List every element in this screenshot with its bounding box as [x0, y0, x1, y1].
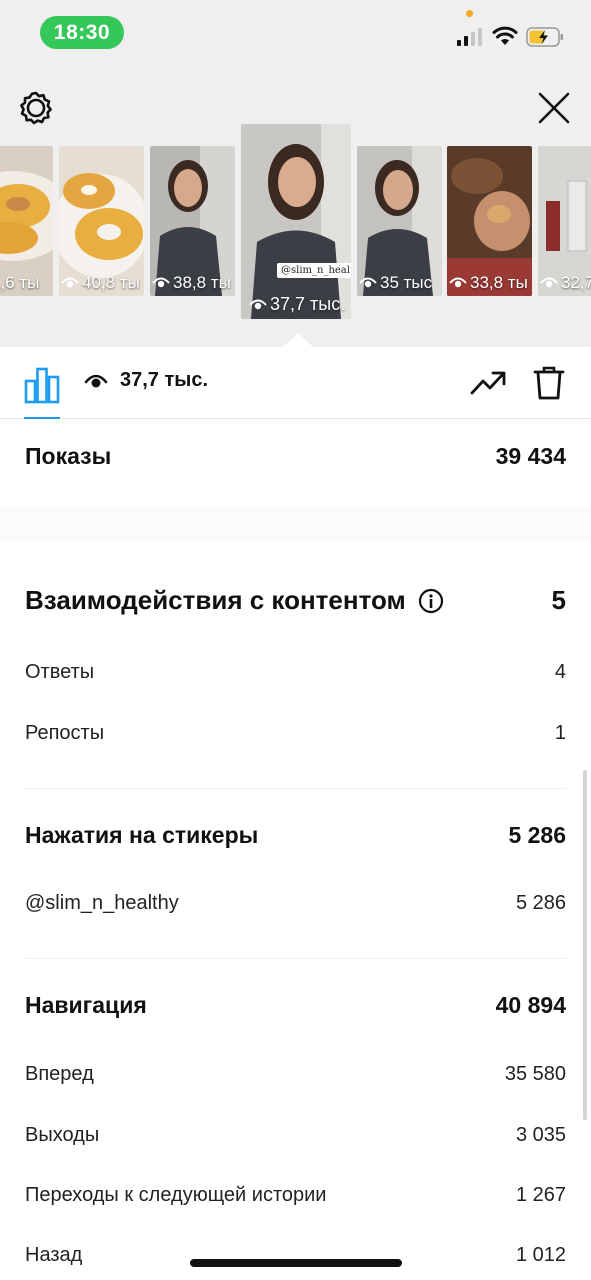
back-label: Назад	[25, 1244, 83, 1266]
story-thumbnail[interactable]: 33,8 ты	[447, 146, 532, 296]
sticker-taps-label: Нажатия на стикеры	[25, 822, 259, 848]
settings-icon	[20, 91, 52, 125]
stat-row: Репосты 1	[25, 722, 566, 745]
navigation-label: Навигация	[25, 992, 147, 1018]
stat-row: Вперед 35 580	[25, 1063, 566, 1086]
close-icon	[538, 92, 570, 124]
replies-value: 4	[554, 661, 566, 683]
interactions-label: Взаимодействия с контентом	[25, 585, 406, 615]
battery-charging-icon	[526, 27, 563, 47]
insights-toolbar: 37,7 тыс.	[0, 347, 591, 419]
sticker-taps-value: 5 286	[508, 822, 566, 848]
promote-button[interactable]	[470, 367, 506, 397]
insights-tab[interactable]	[22, 365, 62, 405]
eye-icon	[61, 277, 79, 288]
wifi-icon	[492, 26, 518, 45]
replies-label: Ответы	[25, 661, 95, 683]
eye-icon	[84, 374, 108, 387]
story-sticker-mention: @slim_n_healthy	[277, 263, 351, 278]
story-thumbnail-strip: 1,6 ты 40,8 ты 38,8 ты @slim	[0, 124, 591, 324]
sticker-mention-value: 5 286	[515, 892, 566, 914]
divider	[25, 958, 566, 959]
navigation-header: Навигация 40 894	[25, 992, 566, 1019]
info-icon[interactable]	[418, 588, 444, 614]
home-indicator[interactable]	[190, 1259, 402, 1267]
active-tab-indicator	[24, 417, 60, 419]
interactions-header: Взаимодействия с контентом 5	[25, 585, 566, 616]
forward-value: 35 580	[504, 1063, 566, 1085]
eye-icon	[359, 277, 377, 288]
thumbnail-views: 40,8 ты	[82, 273, 140, 292]
story-thumbnail[interactable]: 40,8 ты	[59, 146, 144, 296]
exits-value: 3 035	[515, 1124, 566, 1146]
views-total-value: 37,7 тыс.	[120, 369, 209, 391]
next-story-label: Переходы к следующей истории	[25, 1184, 327, 1206]
section-separator	[0, 506, 591, 542]
story-thumbnail[interactable]: 32,7	[538, 146, 591, 296]
stat-row: Ответы 4	[25, 661, 566, 684]
stat-row: Выходы 3 035	[25, 1124, 566, 1147]
selected-story-pointer	[282, 333, 314, 348]
divider	[25, 788, 566, 789]
scrollbar[interactable]	[583, 770, 587, 1120]
impressions-row: Показы 39 434	[25, 443, 566, 470]
thumbnail-views: 33,8 ты	[470, 273, 528, 292]
status-time: 18:30	[40, 16, 124, 49]
thumbnail-views: 32,7	[561, 273, 591, 292]
trash-icon	[533, 366, 565, 400]
story-thumbnail[interactable]: 38,8 ты	[150, 146, 235, 296]
thumbnail-views: 35 тыс	[380, 273, 433, 292]
exits-label: Выходы	[25, 1124, 100, 1146]
impressions-label: Показы	[25, 443, 112, 469]
story-thumbnail[interactable]: 35 тыс	[357, 146, 442, 296]
thumbnail-views: 1,6 ты	[0, 273, 40, 292]
cellular-signal-icon	[457, 28, 482, 46]
thumbnail-views: 38,8 ты	[173, 273, 231, 292]
interactions-title: Взаимодействия с контентом	[25, 585, 444, 616]
status-bar: 18:30	[0, 0, 591, 64]
sticker-taps-header: Нажатия на стикеры 5 286	[25, 822, 566, 849]
delete-button[interactable]	[532, 365, 566, 401]
bar-chart-icon	[24, 367, 60, 404]
forward-label: Вперед	[25, 1063, 94, 1085]
story-thumbnail-image	[241, 124, 351, 319]
stat-row: @slim_n_healthy 5 286	[25, 892, 566, 915]
trending-icon	[470, 371, 506, 395]
impressions-value: 39 434	[495, 443, 566, 469]
navigation-value: 40 894	[495, 992, 566, 1018]
thumbnail-views: 37,7 тыс.	[270, 294, 346, 314]
reposts-value: 1	[554, 722, 566, 744]
mic-indicator-dot	[466, 10, 473, 17]
next-story-value: 1 267	[515, 1184, 566, 1206]
sticker-mention-label: @slim_n_healthy	[25, 892, 179, 914]
back-value: 1 012	[515, 1244, 566, 1266]
eye-icon	[152, 277, 170, 288]
eye-icon	[449, 277, 467, 288]
story-thumbnail-selected[interactable]: @slim_n_healthy 37,7 тыс.	[241, 124, 351, 319]
views-total: 37,7 тыс.	[84, 369, 208, 392]
story-thumbnail[interactable]: 1,6 ты	[0, 146, 53, 296]
reposts-label: Репосты	[25, 722, 105, 744]
eye-icon	[249, 299, 267, 309]
eye-icon	[540, 277, 558, 288]
stat-row: Переходы к следующей истории 1 267	[25, 1184, 566, 1207]
interactions-value: 5	[551, 585, 566, 615]
